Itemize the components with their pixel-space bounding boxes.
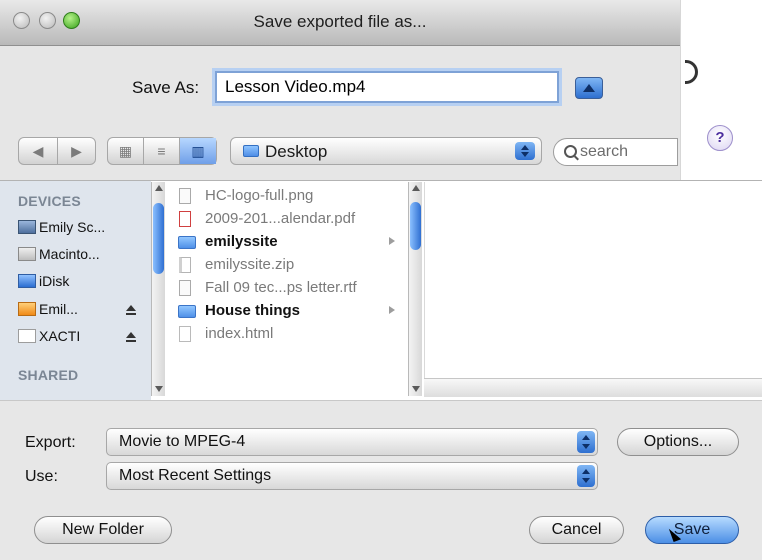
pdf-file-icon: [179, 211, 191, 227]
hard-drive-icon: [18, 247, 36, 261]
list-item[interactable]: Fall 09 tec...ps letter.rtf: [171, 277, 401, 299]
save-as-label: Save As:: [132, 78, 200, 97]
save-sheet-header: [0, 46, 680, 194]
dropdown-arrows-icon: [577, 431, 595, 453]
column-view-button[interactable]: ▥: [180, 138, 216, 164]
cancel-button[interactable]: Cancel: [529, 516, 624, 544]
horizontal-scrollbar[interactable]: [424, 378, 762, 397]
dropdown-arrows-icon: [515, 142, 535, 160]
window-title: Save exported file as...: [253, 12, 427, 31]
location-label: Desktop: [265, 142, 328, 161]
shared-title: SHARED: [18, 367, 79, 383]
eject-icon[interactable]: [125, 332, 137, 344]
location-popup[interactable]: Desktop: [230, 137, 542, 165]
icon-view-button[interactable]: ▦: [108, 138, 143, 164]
settings-value: Most Recent Settings: [119, 467, 272, 484]
list-item[interactable]: 2009-201...alendar.pdf: [171, 208, 401, 230]
user-icon: [18, 302, 36, 316]
ring-binder-icon: [685, 60, 698, 84]
sidebar: DEVICES Emily Sc... Macinto... iDisk Emi…: [0, 181, 151, 400]
triangle-up-icon: [583, 84, 595, 92]
export-options-panel: Export: Movie to MPEG-4 Use: Most Recent…: [0, 400, 762, 560]
save-button[interactable]: Save: [645, 516, 739, 544]
folder-icon: [178, 305, 196, 318]
sidebar-item-xacti[interactable]: XACTI: [39, 328, 80, 344]
sidebar-item-idisk[interactable]: iDisk: [39, 273, 69, 289]
save-as-input[interactable]: [215, 71, 559, 103]
file-list-scroll-thumb[interactable]: [410, 202, 421, 250]
navigation-segment: ◀ ▶: [18, 137, 96, 165]
folder-icon: [243, 145, 259, 157]
html-file-icon: [179, 326, 191, 342]
document-icon: [179, 280, 191, 296]
list-item[interactable]: HC-logo-full.png: [171, 185, 401, 207]
preview-column: [424, 182, 680, 378]
drive-icon: [18, 329, 36, 343]
search-icon: [564, 145, 577, 158]
eject-icon[interactable]: [125, 305, 137, 317]
view-mode-segment: ▦ ≡ ▥: [107, 137, 217, 165]
list-item[interactable]: emilyssite: [171, 231, 401, 253]
back-button[interactable]: ◀: [19, 138, 57, 164]
idisk-icon: [18, 274, 36, 288]
search-placeholder: search: [580, 143, 629, 160]
list-item[interactable]: House things: [171, 300, 401, 322]
folder-icon: [178, 236, 196, 249]
sidebar-scroll-thumb[interactable]: [153, 203, 164, 274]
forward-button[interactable]: ▶: [58, 138, 95, 164]
list-view-button[interactable]: ≡: [144, 138, 179, 164]
file-list: HC-logo-full.png 2009-201...alendar.pdf …: [165, 182, 408, 382]
computer-icon: [18, 220, 36, 234]
collapse-sheet-button[interactable]: [575, 77, 603, 99]
sidebar-scrollbar[interactable]: [151, 182, 165, 396]
sidebar-item-emily[interactable]: Emil...: [39, 301, 78, 317]
export-label: Export:: [25, 434, 76, 451]
file-list-scrollbar[interactable]: [408, 182, 422, 396]
sidebar-item-macintosh[interactable]: Macinto...: [39, 246, 100, 262]
chevron-right-icon: [389, 237, 395, 245]
zip-file-icon: [179, 257, 191, 273]
image-file-icon: [179, 188, 191, 204]
settings-popup[interactable]: Most Recent Settings: [106, 462, 598, 490]
title-bar: Save exported file as...: [0, 0, 680, 46]
options-button[interactable]: Options...: [617, 428, 739, 456]
use-label: Use:: [25, 468, 58, 485]
dropdown-arrows-icon: [577, 465, 595, 487]
list-item[interactable]: index.html: [171, 323, 401, 345]
export-format-popup[interactable]: Movie to MPEG-4: [106, 428, 598, 456]
list-item[interactable]: emilyssite.zip: [171, 254, 401, 276]
search-field[interactable]: search: [553, 138, 678, 166]
chevron-right-icon: [389, 306, 395, 314]
new-folder-button[interactable]: New Folder: [34, 516, 172, 544]
devices-title: DEVICES: [18, 193, 81, 209]
export-format-value: Movie to MPEG-4: [119, 433, 246, 450]
help-icon[interactable]: ?: [707, 125, 733, 151]
sidebar-item-computer[interactable]: Emily Sc...: [39, 219, 105, 235]
